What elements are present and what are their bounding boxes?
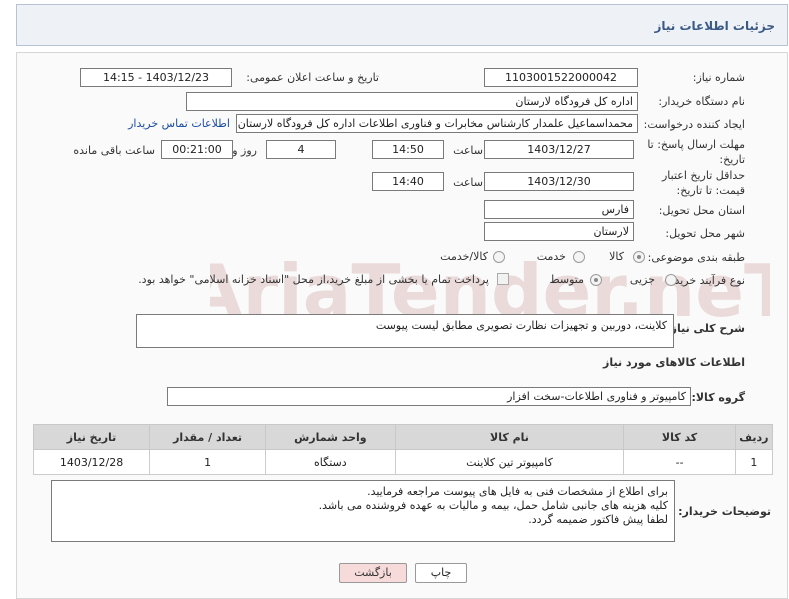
category-goods-label: کالا (609, 250, 624, 263)
process-medium-radio[interactable] (590, 274, 602, 286)
price-validity-time-field: 14:40 (372, 172, 444, 191)
process-type-label: نوع فرآیند خرید : (667, 274, 745, 287)
goods-section-title: اطلاعات کالاهای مورد نیاز (603, 356, 745, 369)
reply-time-label: ساعت (453, 144, 483, 157)
header-panel: جزئیات اطلاعات نیاز (16, 4, 788, 46)
page-title: جزئیات اطلاعات نیاز (654, 19, 775, 33)
summary-label: شرح کلی نیاز: (666, 322, 745, 335)
items-table: ردیف کد کالا نام کالا واحد شمارش تعداد /… (32, 424, 774, 475)
back-button[interactable]: بازگشت (339, 563, 407, 583)
process-medium-label: متوسط (549, 273, 584, 286)
announce-label: تاریخ و ساعت اعلان عمومی: (246, 71, 379, 84)
category-both-label: کالا/خدمت (440, 250, 488, 263)
goods-group-field: کامپیوتر و فناوری اطلاعات-سخت افزار (167, 387, 691, 406)
col-code-header: کد کالا (623, 424, 736, 450)
category-goods-radio[interactable] (633, 251, 645, 263)
buyer-notes-line: کلیه هزینه های جانبی شامل حمل، بیمه و ما… (318, 499, 668, 512)
category-label: طبقه بندی موضوعی: (647, 251, 745, 264)
cell-row: 1 (734, 449, 774, 475)
col-qty-header: تعداد / مقدار (149, 424, 267, 450)
print-button[interactable]: چاپ (415, 563, 467, 583)
province-field: فارس (484, 200, 634, 219)
buyer-notes-line: لطفا پیش فاکتور ضمیمه گردد. (528, 513, 668, 526)
buyer-org-field: اداره کل فرودگاه لارستان (186, 92, 638, 111)
treasury-checkbox[interactable] (497, 273, 509, 285)
process-minor-label: جزیی (629, 273, 655, 286)
category-service-radio[interactable] (573, 251, 585, 263)
buyer-org-label: نام دستگاه خریدار: (658, 95, 745, 108)
cell-name: کامپیوتر تین کلاینت (394, 449, 625, 475)
buyer-notes-field: برای اطلاع از مشخصات فنی به فایل های پیو… (51, 480, 675, 542)
need-number-field: 1103001522000042 (484, 68, 638, 87)
goods-group-label: گروه کالا: (691, 391, 745, 404)
buyer-notes-label: توضیحات خریدار: (678, 505, 771, 518)
summary-text: کلاینت، دوربین و تجهیزات نظارت تصویری مط… (375, 319, 667, 332)
summary-field: کلاینت، دوربین و تجهیزات نظارت تصویری مط… (136, 314, 674, 348)
price-validity-date-field: 1403/12/30 (484, 172, 634, 191)
col-row-header: ردیف (734, 424, 774, 450)
province-label: استان محل تحویل: (658, 204, 745, 217)
category-both-radio[interactable] (493, 251, 505, 263)
remaining-time-field: 00:21:00 (161, 140, 233, 159)
cell-unit: دستگاه (265, 449, 396, 475)
table-row: 1 -- کامپیوتر تین کلاینت دستگاه 1 1403/1… (32, 449, 774, 475)
reply-time-field: 14:50 (372, 140, 444, 159)
cell-qty: 1 (149, 449, 267, 475)
reply-date-field: 1403/12/27 (484, 140, 634, 159)
creator-field: محمداسماعیل علمدار کارشناس مخابرات و فنا… (236, 114, 638, 133)
col-unit-header: واحد شمارش (265, 424, 396, 450)
remaining-time-label: ساعت باقی مانده (73, 144, 155, 157)
category-service-label: خدمت (536, 250, 566, 263)
city-field: لارستان (484, 222, 634, 241)
col-name-header: نام کالا (394, 424, 625, 450)
cell-date: 1403/12/28 (32, 449, 151, 475)
process-minor-radio[interactable] (665, 274, 677, 286)
buyer-contact-link[interactable]: اطلاعات تماس خریدار (128, 117, 230, 130)
price-validity-label: حداقل تاریخ اعتبار قیمت: تا تاریخ: (661, 169, 745, 197)
cell-code: -- (623, 449, 736, 475)
reply-days-label: روز و (232, 144, 257, 157)
announce-field: 1403/12/23 - 14:15 (80, 68, 232, 87)
reply-days-field: 4 (266, 140, 336, 159)
reply-deadline-label: مهلت ارسال پاسخ: تا تاریخ: (647, 138, 745, 166)
buyer-notes-line: برای اطلاع از مشخصات فنی به فایل های پیو… (367, 485, 668, 498)
col-date-header: تاریخ نیاز (32, 424, 151, 450)
price-validity-time-label: ساعت (453, 176, 483, 189)
need-number-label: شماره نیاز: (692, 71, 745, 84)
creator-label: ایجاد کننده درخواست: (643, 118, 745, 131)
city-label: شهر محل تحویل: (665, 227, 745, 240)
table-header-row: ردیف کد کالا نام کالا واحد شمارش تعداد /… (32, 424, 774, 450)
treasury-note: پرداخت تمام یا بخشی از مبلغ خرید،از محل … (138, 273, 489, 286)
